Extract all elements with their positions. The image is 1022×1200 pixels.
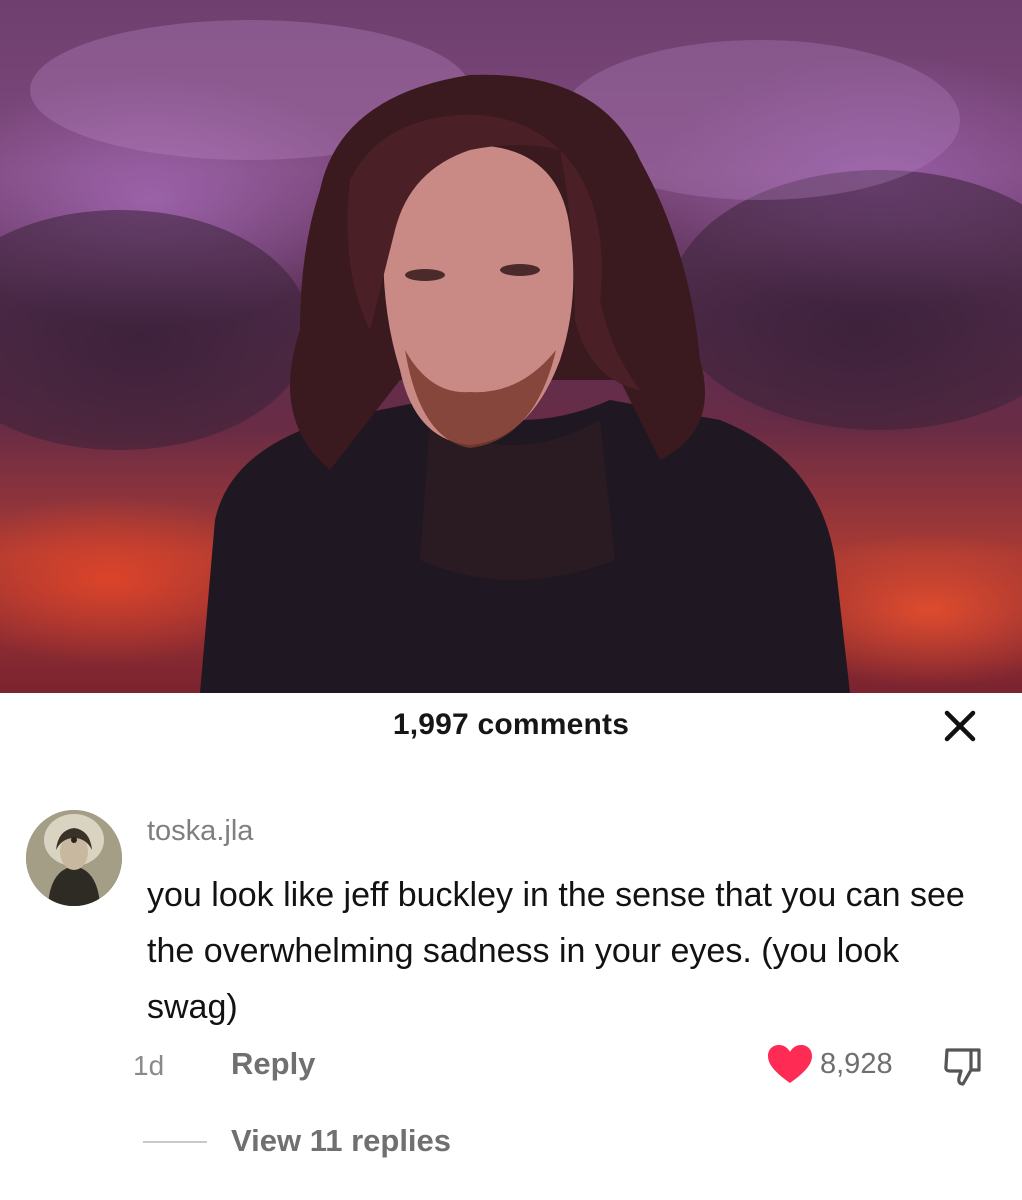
- comment-username[interactable]: toska.jla: [147, 815, 253, 848]
- dislike-button[interactable]: [941, 1044, 985, 1088]
- comment-time: 1d: [133, 1050, 165, 1081]
- thumbs-down-icon: [944, 1048, 981, 1086]
- avatar[interactable]: [26, 810, 122, 906]
- reply-button[interactable]: Reply: [231, 1046, 315, 1082]
- view-replies-button[interactable]: View 11 replies: [231, 1123, 451, 1159]
- post-photo: [0, 0, 1022, 693]
- heart-icon: [768, 1045, 812, 1083]
- portrait-illustration: [0, 20, 1022, 693]
- avatar-image: [26, 810, 122, 906]
- like-button[interactable]: 8,928: [766, 1042, 893, 1086]
- replies-divider: [143, 1141, 207, 1143]
- like-count: 8,928: [820, 1047, 893, 1080]
- comment-text: you look like jeff buckley in the sense …: [147, 876, 965, 1026]
- close-icon[interactable]: [940, 706, 980, 746]
- comments-count-title: 1,997 comments: [392, 708, 630, 741]
